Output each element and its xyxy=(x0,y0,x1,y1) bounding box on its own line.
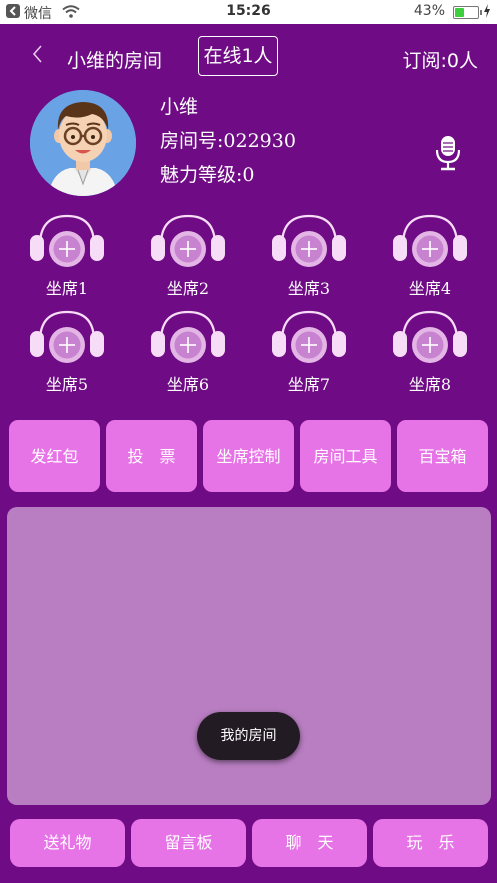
seat-label: 坐席2 xyxy=(166,279,210,298)
treasure-box-button[interactable]: 百宝箱 xyxy=(397,420,488,492)
seat-control-button[interactable]: 坐席控制 xyxy=(203,420,294,492)
charging-icon xyxy=(483,4,491,22)
seat-5[interactable]: 坐席5 xyxy=(22,309,112,399)
status-bar: 微信 15:26 43% xyxy=(0,0,497,24)
battery-percent: 43% xyxy=(413,3,445,19)
microphone-icon[interactable] xyxy=(434,134,462,176)
seat-7[interactable]: 坐席7 xyxy=(264,309,354,399)
battery-icon xyxy=(453,6,482,19)
seat-1[interactable]: 坐席1 xyxy=(22,213,112,303)
message-panel[interactable] xyxy=(7,507,491,805)
host-avatar[interactable] xyxy=(30,90,136,196)
message-board-button[interactable]: 留言板 xyxy=(131,819,246,867)
send-gift-button[interactable]: 送礼物 xyxy=(10,819,125,867)
seat-label: 坐席8 xyxy=(408,375,452,394)
nav-bar: 小维的房间 在线1人 订阅:0人 xyxy=(0,24,497,88)
seat-4[interactable]: 坐席4 xyxy=(385,213,475,303)
seat-label: 坐席7 xyxy=(287,375,331,394)
online-count-button[interactable]: 在线1人 xyxy=(198,36,278,76)
charm-level: 魅力等级:0 xyxy=(160,164,255,186)
seat-3[interactable]: 坐席3 xyxy=(264,213,354,303)
subscribe-count[interactable]: 订阅:0人 xyxy=(403,46,479,73)
play-button[interactable]: 玩 乐 xyxy=(373,819,488,867)
chat-button[interactable]: 聊 天 xyxy=(252,819,367,867)
room-title: 小维的房间 xyxy=(67,50,163,72)
toast-message: 我的房间 xyxy=(197,712,300,760)
seat-label: 坐席3 xyxy=(287,279,331,298)
room-number: 房间号:022930 xyxy=(160,130,296,152)
host-name: 小维 xyxy=(160,96,199,118)
seat-2[interactable]: 坐席2 xyxy=(143,213,233,303)
back-button[interactable] xyxy=(28,42,48,66)
vote-button[interactable]: 投 票 xyxy=(106,420,197,492)
seat-6[interactable]: 坐席6 xyxy=(143,309,233,399)
room-tools-button[interactable]: 房间工具 xyxy=(300,420,391,492)
seat-label: 坐席6 xyxy=(166,375,210,394)
seat-label: 坐席1 xyxy=(45,279,89,298)
red-packet-button[interactable]: 发红包 xyxy=(9,420,100,492)
seat-label: 坐席5 xyxy=(45,375,89,394)
seat-8[interactable]: 坐席8 xyxy=(385,309,475,399)
seat-label: 坐席4 xyxy=(408,279,452,298)
